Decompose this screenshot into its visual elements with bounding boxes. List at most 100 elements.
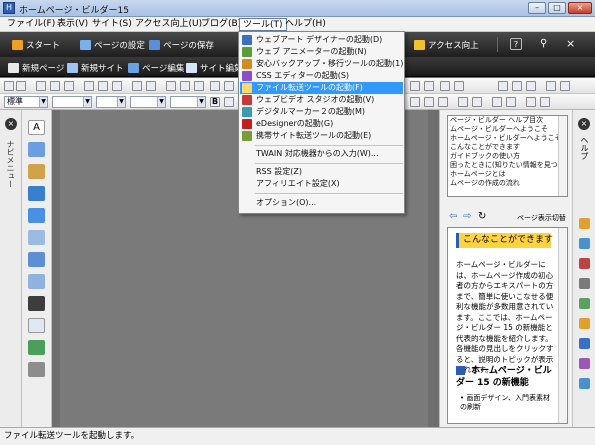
heading-combo[interactable]: ▼ [170,96,206,108]
menu-item-options[interactable]: オプション(O)... [240,197,403,209]
page-edit-button[interactable]: ページ編集 [128,62,184,74]
tool-icon[interactable] [579,358,590,369]
frame-icon[interactable] [440,81,450,91]
grid-icon[interactable] [454,81,464,91]
close-button[interactable]: × [568,2,592,14]
menu-item-video-studio[interactable]: ウェブビデオ スタジオの起動(V) [240,94,403,106]
menu-tools[interactable]: ツール(T) [239,18,287,31]
menu-blog[interactable]: ブログ(B) [198,18,244,31]
save-file-icon[interactable] [36,81,46,91]
image-insert-icon[interactable] [28,186,45,201]
spell-check-icon[interactable] [546,81,556,91]
outline-item[interactable]: ページ・ビルダー ヘルプ目次 [448,116,567,125]
mobile-icon[interactable] [28,296,45,311]
style-combo[interactable]: 標準 ▼ [4,96,48,108]
photo-icon[interactable] [28,340,45,355]
redo-icon[interactable] [146,81,156,91]
menu-item-digital-marker[interactable]: デジタルマーカー２の起動(M) [240,106,403,118]
preview-icon[interactable] [64,81,74,91]
help-heading[interactable]: ホームページ・ビルダー 15 の新機能 [456,365,554,389]
undo-icon[interactable] [132,81,142,91]
menu-item-edesigner[interactable]: eDesignerの起動(G) [240,118,403,130]
menu-item-backup[interactable]: 安心バックアップ・移行ツールの起動(1) [240,58,403,70]
layout-frame-icon[interactable] [28,230,45,245]
help-outline[interactable]: ページ・ビルダー ヘルプ目次 ムページ・ビルダーへようこそ ホームページ・ビルダ… [447,115,568,197]
bold-icon[interactable]: B [210,97,220,107]
tool-icon[interactable] [579,278,590,289]
form-icon[interactable] [224,81,234,91]
menu-help[interactable]: ヘルプ(H) [282,18,329,31]
copy-icon[interactable] [98,81,108,91]
align-right-icon[interactable] [438,97,448,107]
layout-icon[interactable] [424,81,434,91]
form-insert-icon[interactable] [28,274,45,289]
zoom-out-icon[interactable] [512,81,522,91]
navi-menu-tab[interactable]: ナビメニュー [5,140,16,188]
text-tool-icon[interactable]: A [28,120,45,135]
list-icon[interactable] [458,97,468,107]
menu-site[interactable]: サイト(S) [89,18,135,31]
minimize-button[interactable]: – [528,2,546,14]
zoom-fit-icon[interactable] [526,81,536,91]
link-icon[interactable] [180,81,190,91]
font-size-combo[interactable]: ▼ [96,96,126,108]
font-color-icon[interactable] [492,97,502,107]
tool-icon[interactable] [579,298,590,309]
paste-icon[interactable] [112,81,122,91]
tool-icon[interactable] [579,218,590,229]
image-icon[interactable] [194,81,204,91]
outline-item[interactable]: ムページの作成の流れ [448,179,567,188]
forward-arrow-icon[interactable]: ⇨ [463,211,471,222]
tool-icon[interactable] [579,258,590,269]
maximize-button[interactable]: □ [548,2,566,14]
menu-item-file-transfer[interactable]: ファイル転送ツールの起動(F) [240,82,403,94]
menu-view[interactable]: 表示(V) [54,18,91,31]
bg-color-icon[interactable] [506,97,516,107]
back-arrow-icon[interactable]: ⇦ [449,211,457,222]
hr-icon[interactable] [526,97,536,107]
menu-item-webart[interactable]: ウェブアート デザイナーの起動(D) [240,34,403,46]
find-icon[interactable] [166,81,176,91]
plugin-icon[interactable] [28,362,45,377]
menu-file[interactable]: ファイル(F) [4,18,58,31]
menu-item-css-editor[interactable]: CSS エディターの起動(S) [240,70,403,82]
view-icon[interactable] [410,81,420,91]
close-help-icon[interactable]: × [578,118,590,130]
document-icon[interactable] [28,318,45,333]
open-file-icon[interactable] [16,81,26,91]
outline-scrollbar[interactable] [558,116,567,196]
tool-icon[interactable] [579,238,590,249]
help-scrollbar[interactable] [558,228,567,423]
image-edit-icon[interactable] [28,208,45,223]
print-icon[interactable] [50,81,60,91]
menu-item-affiliate[interactable]: アフィリエイト設定(X) [240,178,403,190]
zoom-in-icon[interactable] [498,81,508,91]
start-button[interactable]: スタート [12,39,60,51]
outline-item[interactable]: こんなことができます [448,143,567,152]
browser-preview-icon[interactable] [560,81,570,91]
page-toggle-label[interactable]: ページ表示切替 [517,213,566,223]
table-insert-icon[interactable] [28,252,45,267]
outline-item[interactable]: ホームページ・ビルダーへようこそ [448,134,567,143]
indent-icon[interactable] [472,97,482,107]
page-settings-button[interactable]: ページの設定 [80,39,145,51]
tool-icon[interactable] [579,338,590,349]
cut-icon[interactable] [84,81,94,91]
new-file-icon[interactable] [4,81,14,91]
menu-item-animator[interactable]: ウェブ アニメーターの起動(N) [240,46,403,58]
settings-tool-icon[interactable]: ⚲ [540,38,547,49]
menu-access[interactable]: アクセス向上(U) [132,18,205,31]
save-page-button[interactable]: ページの保存 [149,39,214,51]
new-page-button[interactable]: 新規ページ [8,62,64,74]
help-question-icon[interactable]: ? [510,38,522,50]
align-center-icon[interactable] [424,97,434,107]
menu-item-rss[interactable]: RSS 設定(Z) [240,166,403,178]
help-tab[interactable]: ヘルプ [579,136,590,160]
ribbon-close-icon[interactable]: × [566,37,575,50]
line-break-icon[interactable] [540,97,550,107]
site-edit-button[interactable]: サイト編集 [186,62,243,74]
outline-item[interactable]: ムページ・ビルダーへようこそ [448,125,567,134]
menu-item-twain[interactable]: TWAIN 対応機器からの入力(W)... [240,148,403,160]
font-combo[interactable]: ▼ [52,96,92,108]
access-up-button[interactable]: アクセス向上 [414,39,479,51]
